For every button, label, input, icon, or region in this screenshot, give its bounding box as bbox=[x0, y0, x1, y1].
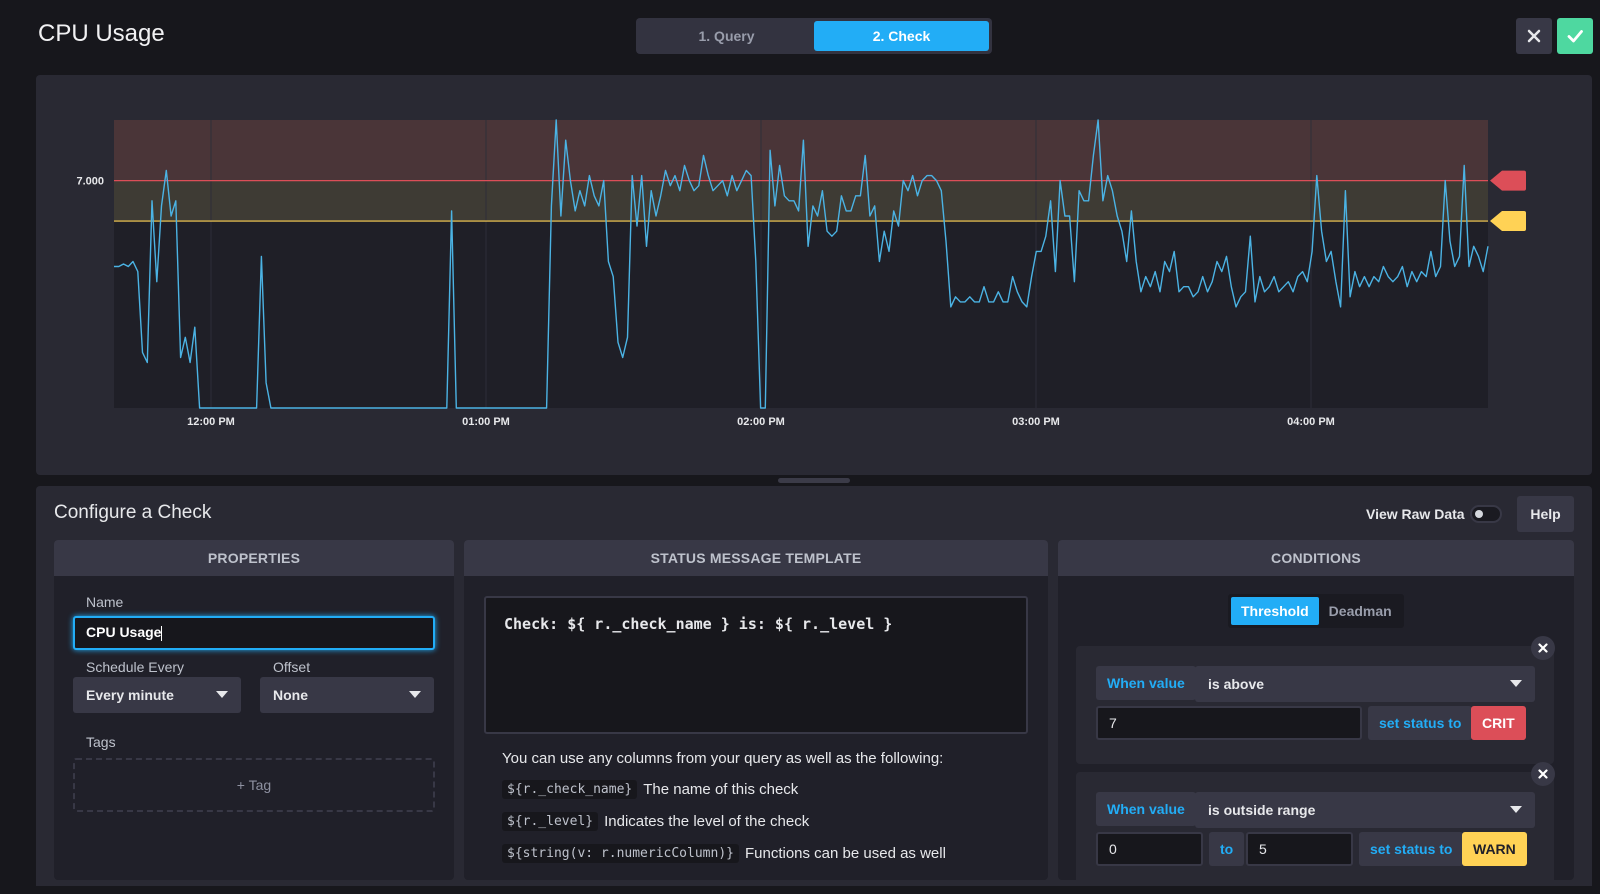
caret-down-icon bbox=[1510, 806, 1522, 813]
conditions-heading: CONDITIONS bbox=[1058, 540, 1574, 576]
x-tick-label: 04:00 PM bbox=[1287, 416, 1335, 428]
template-help-text: You can use any columns from your query … bbox=[502, 750, 944, 767]
warn-threshold-handle bbox=[1490, 211, 1526, 232]
template-var-desc: The name of this check bbox=[643, 781, 799, 798]
properties-heading: PROPERTIES bbox=[54, 540, 454, 576]
crit-operator-dropdown[interactable]: is above bbox=[1195, 666, 1535, 702]
x-tick-label: 01:00 PM bbox=[462, 416, 510, 428]
template-var-code: ${r._check_name} bbox=[502, 780, 638, 799]
tags-label: Tags bbox=[86, 734, 116, 750]
caret-down-icon bbox=[216, 691, 228, 698]
tab-threshold[interactable]: Threshold bbox=[1231, 597, 1319, 625]
warn-operator-value: is outside range bbox=[1208, 802, 1316, 818]
template-var-row: ${r._level} Indicates the level of the c… bbox=[502, 812, 809, 831]
help-button[interactable]: Help bbox=[1517, 496, 1574, 532]
properties-panel: PROPERTIES Name CPU Usage Schedule Every… bbox=[54, 540, 454, 880]
schedule-value: Every minute bbox=[86, 687, 174, 703]
caret-down-icon bbox=[1510, 680, 1522, 687]
remove-warn-button[interactable] bbox=[1531, 762, 1555, 786]
status-template-editor[interactable]: Check: ${ r._check_name } is: ${ r._leve… bbox=[484, 596, 1028, 734]
set-status-label: set status to bbox=[1359, 832, 1464, 866]
tab-check[interactable]: 2. Check bbox=[814, 21, 989, 51]
configure-check-panel: Configure a Check View Raw Data Help PRO… bbox=[36, 486, 1592, 886]
crit-threshold-handle bbox=[1490, 170, 1526, 191]
name-label: Name bbox=[86, 594, 124, 610]
warn-threshold-card: When value is outside range 0 to 5 set s… bbox=[1076, 772, 1554, 880]
checkmark-icon bbox=[1567, 30, 1583, 43]
section-title: Configure a Check bbox=[54, 502, 212, 523]
x-tick-label: 02:00 PM bbox=[737, 416, 785, 428]
status-template-panel: STATUS MESSAGE TEMPLATE Check: ${ r._che… bbox=[464, 540, 1048, 880]
cancel-button[interactable] bbox=[1516, 18, 1552, 54]
page-title: CPU Usage bbox=[38, 20, 165, 47]
remove-crit-button[interactable] bbox=[1531, 636, 1555, 660]
when-value-label: When value bbox=[1096, 792, 1196, 826]
close-icon bbox=[1527, 29, 1541, 43]
range-to-label: to bbox=[1209, 832, 1245, 866]
template-var-row: ${r._check_name} The name of this check bbox=[502, 780, 798, 799]
set-status-label: set status to bbox=[1368, 706, 1473, 740]
x-tick-label: 12:00 PM bbox=[187, 416, 235, 428]
y-tick-label: 7.000 bbox=[76, 176, 104, 188]
warn-min-input[interactable]: 0 bbox=[1096, 832, 1203, 866]
template-var-code: ${r._level} bbox=[502, 812, 599, 831]
save-button[interactable] bbox=[1557, 18, 1593, 54]
status-template-heading: STATUS MESSAGE TEMPLATE bbox=[464, 540, 1048, 576]
offset-value: None bbox=[273, 687, 308, 703]
warn-level-badge[interactable]: WARN bbox=[1462, 832, 1527, 866]
crit-level-badge[interactable]: CRIT bbox=[1471, 706, 1526, 740]
template-var-desc: Indicates the level of the check bbox=[604, 813, 810, 830]
tab-query[interactable]: 1. Query bbox=[639, 21, 814, 51]
check-graph: 12:00 PM 01:00 PM 02:00 PM 03:00 PM 04:00 PM… bbox=[36, 75, 1592, 475]
crit-value-input[interactable]: 7 bbox=[1096, 706, 1362, 740]
caret-down-icon bbox=[409, 691, 421, 698]
offset-label: Offset bbox=[273, 659, 311, 675]
add-tag-button[interactable]: + Tag bbox=[73, 758, 435, 812]
crit-threshold-card: When value is above 7 set status to CRIT bbox=[1076, 646, 1554, 764]
template-var-desc: Functions can be used as well bbox=[744, 845, 946, 862]
warn-max-input[interactable]: 5 bbox=[1246, 832, 1353, 866]
warn-region bbox=[114, 180, 1488, 222]
name-input-value: CPU Usage bbox=[86, 624, 162, 640]
offset-dropdown[interactable]: None bbox=[260, 677, 434, 713]
schedule-label: Schedule Every bbox=[86, 659, 185, 675]
text-caret bbox=[161, 625, 163, 641]
view-raw-data-toggle[interactable] bbox=[1470, 505, 1502, 523]
conditions-panel: CONDITIONS Threshold Deadman When value … bbox=[1058, 540, 1574, 880]
view-raw-data-label: View Raw Data bbox=[1366, 506, 1465, 522]
line-chart: 12:00 PM 01:00 PM 02:00 PM 03:00 PM 04:00 PM… bbox=[76, 119, 1526, 428]
x-tick-label: 03:00 PM bbox=[1012, 416, 1060, 428]
close-icon bbox=[1538, 769, 1548, 779]
step-switcher: 1. Query 2. Check bbox=[636, 18, 992, 54]
template-var-code: ${string(v: r.numericColumn)} bbox=[502, 844, 739, 863]
name-input[interactable]: CPU Usage bbox=[73, 616, 435, 650]
template-var-row: ${string(v: r.numericColumn)} Functions … bbox=[502, 844, 946, 863]
crit-operator-value: is above bbox=[1208, 676, 1265, 692]
when-value-label: When value bbox=[1096, 666, 1196, 700]
resize-handle[interactable] bbox=[778, 478, 850, 483]
warn-operator-dropdown[interactable]: is outside range bbox=[1195, 792, 1535, 828]
tab-deadman[interactable]: Deadman bbox=[1319, 597, 1402, 625]
close-icon bbox=[1538, 643, 1548, 653]
condition-type-tabs: Threshold Deadman bbox=[1228, 594, 1404, 628]
schedule-dropdown[interactable]: Every minute bbox=[73, 677, 241, 713]
